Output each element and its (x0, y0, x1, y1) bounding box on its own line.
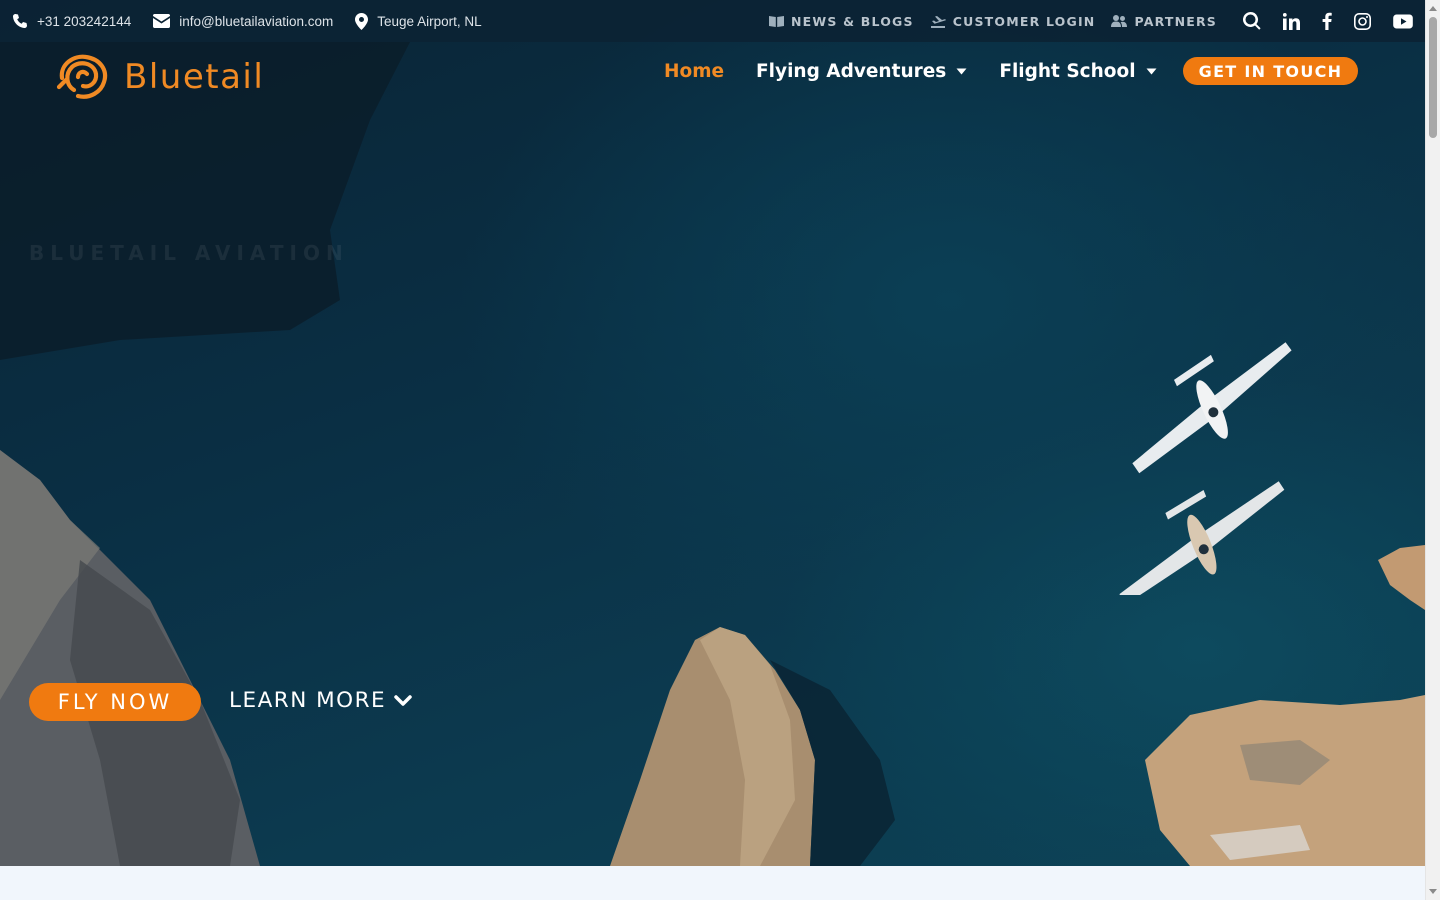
chevron-down-icon (394, 694, 412, 706)
customer-login-link[interactable]: CUSTOMER LOGIN (930, 14, 1096, 29)
nav-item-flight-school[interactable]: Flight School (999, 61, 1157, 82)
phone-link[interactable]: +31 203242144 (12, 13, 131, 29)
location-text: Teuge Airport, NL (377, 13, 482, 29)
caret-down-icon (956, 68, 967, 74)
linkedin-icon[interactable] (1283, 12, 1300, 30)
users-icon (1111, 15, 1128, 27)
instagram-icon[interactable] (1354, 12, 1371, 30)
page-scrollbar[interactable] (1425, 0, 1440, 900)
caret-down-icon (1146, 68, 1157, 74)
location-link[interactable]: Teuge Airport, NL (355, 12, 482, 30)
scroll-up-arrow-icon[interactable] (1429, 6, 1437, 11)
search-icon[interactable] (1243, 12, 1261, 30)
email-link[interactable]: info@bluetailaviation.com (153, 14, 333, 29)
book-icon (768, 16, 784, 27)
site-logo[interactable]: Bluetail (56, 52, 264, 102)
envelope-icon (153, 14, 171, 28)
learn-more-label: LEARN MORE (229, 688, 387, 713)
phone-icon (13, 14, 27, 28)
learn-more-button[interactable]: LEARN MORE (229, 688, 412, 713)
airplanes-image (1100, 335, 1310, 605)
scroll-down-arrow-icon[interactable] (1429, 889, 1437, 894)
plane-departure-icon (930, 15, 946, 28)
main-navigation: Home Flying Adventures Flight School (664, 56, 1189, 86)
email-address: info@bluetailaviation.com (179, 13, 334, 29)
map-pin-icon (355, 12, 369, 30)
news-blogs-link[interactable]: NEWS & BLOGS (768, 14, 914, 29)
scrollbar-thumb[interactable] (1429, 17, 1437, 138)
hero-kicker: BLUETAIL AVIATION (29, 241, 349, 265)
phone-number: +31 203242144 (37, 13, 132, 29)
facebook-icon[interactable] (1322, 12, 1332, 30)
nav-item-home[interactable]: Home (664, 61, 724, 82)
youtube-icon[interactable] (1393, 14, 1413, 29)
top-contact-bar: +31 203242144 info@bluetailaviation.com … (0, 0, 1425, 42)
nav-item-flying-adventures[interactable]: Flying Adventures (756, 61, 967, 82)
get-in-touch-button[interactable]: GET IN TOUCH (1183, 57, 1358, 85)
bluetail-logo-icon (56, 54, 108, 99)
partners-link[interactable]: PARTNERS (1111, 14, 1217, 29)
next-section (0, 866, 1425, 900)
fly-now-button[interactable]: FLY NOW (29, 683, 201, 721)
logo-wordmark: Bluetail (124, 57, 265, 97)
